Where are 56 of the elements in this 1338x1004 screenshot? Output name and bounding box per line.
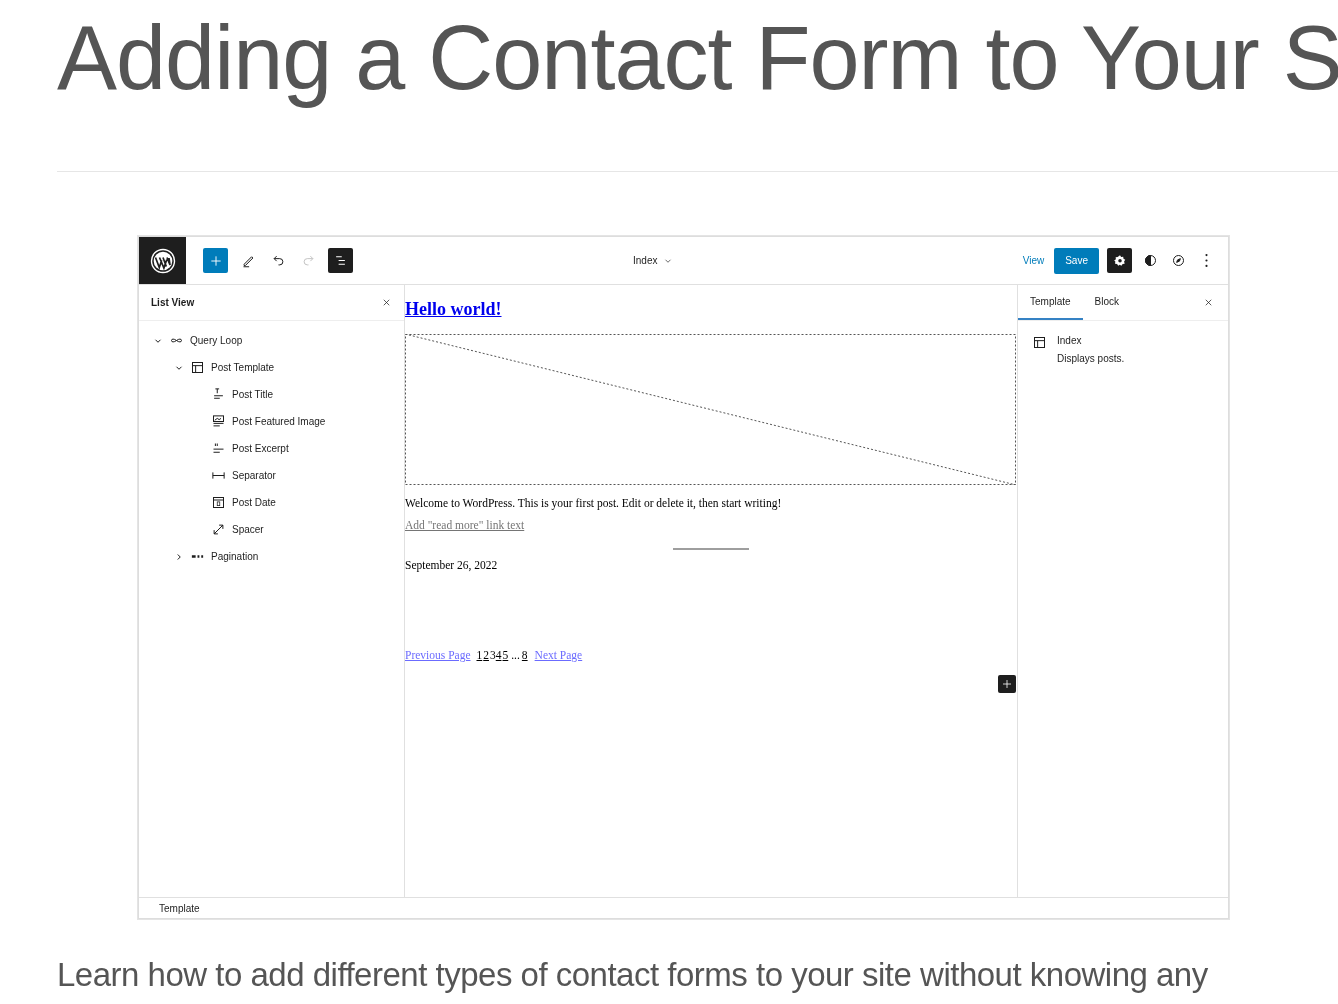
post-excerpt: Welcome to WordPress. This is your first post. Edit or delete it, then start writing! bbox=[405, 497, 782, 509]
tree-item[interactable]: Post Title bbox=[232, 389, 274, 400]
compass-icon bbox=[1170, 253, 1186, 268]
image-icon bbox=[211, 414, 226, 429]
template-name: Index bbox=[1057, 335, 1083, 346]
tree-item[interactable]: Post Featured Image bbox=[232, 416, 326, 427]
plus-icon bbox=[1001, 678, 1013, 690]
view-link[interactable]: View bbox=[1022, 255, 1045, 266]
page-number-link[interactable]: 1 bbox=[476, 649, 483, 661]
list-view-button[interactable] bbox=[328, 248, 353, 273]
pencil-icon bbox=[240, 253, 256, 268]
tree-item[interactable]: Spacer bbox=[232, 524, 264, 535]
page-number-link[interactable]: 2 bbox=[483, 649, 489, 661]
layout-icon bbox=[1032, 335, 1047, 350]
gear-icon bbox=[1112, 253, 1127, 268]
redo-icon bbox=[300, 253, 316, 268]
resize-icon bbox=[211, 522, 226, 537]
tree-item[interactable]: Post Date bbox=[232, 497, 276, 508]
next-page-link[interactable]: Next Page bbox=[534, 649, 583, 661]
panel-title: List View bbox=[151, 297, 195, 308]
page-number-link[interactable]: 4 bbox=[495, 649, 502, 661]
tree-item[interactable]: Query Loop bbox=[190, 335, 243, 346]
sidebar-tab[interactable]: Template bbox=[1018, 285, 1083, 320]
settings-button[interactable] bbox=[1107, 248, 1132, 273]
post-date: September 26, 2022 bbox=[405, 559, 498, 571]
breadcrumb-item[interactable]: Template bbox=[159, 902, 200, 914]
close-icon[interactable] bbox=[381, 297, 392, 308]
layout-icon bbox=[190, 360, 205, 375]
save-button[interactable]: Save bbox=[1054, 247, 1099, 274]
list-icon bbox=[333, 253, 348, 268]
page-number-link[interactable]: 5 bbox=[502, 649, 509, 661]
sidebar-tab[interactable]: Block bbox=[1082, 285, 1132, 320]
current-page-number: 3 bbox=[490, 649, 496, 661]
more-icon bbox=[1204, 254, 1208, 267]
tree-item[interactable]: Post Template bbox=[211, 362, 275, 373]
excerpt-icon bbox=[211, 441, 226, 456]
plus-icon bbox=[208, 253, 223, 268]
title-icon bbox=[211, 387, 226, 402]
tree-item[interactable]: Separator bbox=[232, 470, 276, 481]
tree-item[interactable]: Post Excerpt bbox=[232, 443, 289, 454]
contrast-icon bbox=[1142, 253, 1158, 268]
previous-page-link[interactable]: Previous Page bbox=[405, 649, 471, 661]
undo-icon bbox=[270, 253, 286, 268]
close-icon[interactable] bbox=[1203, 297, 1214, 308]
tree-item[interactable]: Pagination bbox=[211, 551, 259, 562]
template-description: Displays posts. bbox=[1057, 353, 1125, 364]
template-dropdown[interactable]: Index bbox=[633, 255, 674, 266]
calendar-icon bbox=[211, 495, 226, 510]
article-title: Adding a Contact Form to Your S bbox=[56, 7, 1338, 108]
add-block-button[interactable] bbox=[998, 675, 1016, 693]
page-ellipsis: ... bbox=[511, 649, 520, 661]
logo-icon[interactable] bbox=[139, 237, 186, 284]
read-more-link[interactable]: Add "read more" link text bbox=[405, 519, 525, 531]
page-number-link[interactable]: 8 bbox=[521, 649, 528, 661]
article-intro: Learn how to add different types of contact forms to your site without knowing any bbox=[57, 955, 1208, 995]
post-title-link[interactable]: Hello world! bbox=[405, 299, 502, 320]
